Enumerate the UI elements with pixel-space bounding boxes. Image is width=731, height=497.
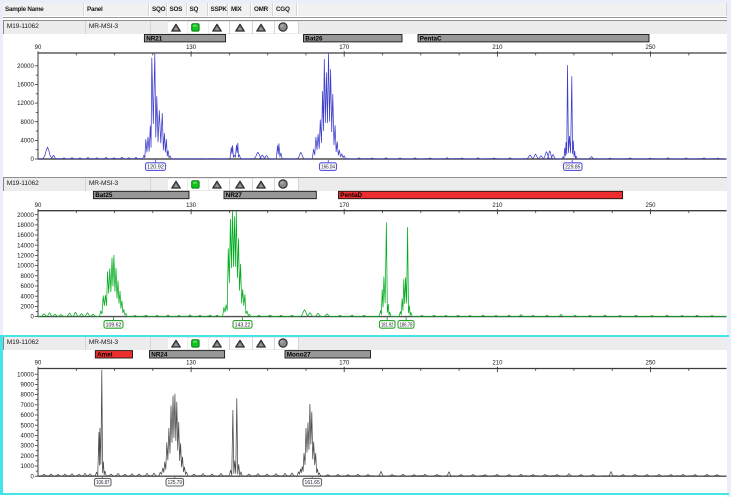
svg-text:4000: 4000 [20,294,34,300]
svg-text:20000: 20000 [17,64,34,70]
svg-text:6000: 6000 [20,413,34,419]
svg-text:3000: 3000 [20,444,34,450]
svg-text:210: 210 [492,45,503,51]
svg-text:PentaC: PentaC [420,35,442,42]
svg-text:12000: 12000 [17,254,34,260]
svg-text:90: 90 [35,45,42,51]
svg-text:PentaD: PentaD [340,192,362,199]
svg-text:0: 0 [30,315,34,321]
svg-text:4000: 4000 [20,139,34,145]
svg-text:166.04: 166.04 [321,165,335,171]
svg-text:Mono27: Mono27 [287,352,311,359]
svg-text:NR27: NR27 [226,192,243,199]
svg-text:8000: 8000 [20,393,34,399]
svg-text:Bat26: Bat26 [305,35,323,42]
svg-text:16000: 16000 [17,233,34,239]
svg-text:210: 210 [492,203,503,209]
svg-text:210: 210 [492,361,503,367]
svg-text:Amel: Amel [97,352,113,359]
svg-text:186.78: 186.78 [400,322,413,328]
svg-text:20000: 20000 [17,213,34,219]
svg-text:106.87: 106.87 [96,480,109,486]
svg-text:2000: 2000 [20,454,34,460]
svg-text:Bat25: Bat25 [95,192,113,199]
svg-text:4000: 4000 [20,434,34,440]
svg-text:125.79: 125.79 [168,480,182,486]
svg-text:9000: 9000 [20,383,34,389]
svg-text:0: 0 [30,474,34,480]
svg-text:18000: 18000 [17,223,34,229]
svg-text:10000: 10000 [17,264,34,270]
svg-text:109.62: 109.62 [106,322,122,328]
svg-text:161.65: 161.65 [305,480,320,486]
svg-text:170: 170 [339,203,350,209]
svg-text:14000: 14000 [17,243,34,249]
svg-text:10000: 10000 [17,372,34,378]
svg-text:120.92: 120.92 [147,165,164,171]
svg-text:143.22: 143.22 [235,322,251,328]
svg-text:0: 0 [30,157,34,163]
svg-text:170: 170 [339,361,350,367]
svg-text:170: 170 [339,45,350,51]
svg-text:229.85: 229.85 [565,165,580,171]
svg-text:250: 250 [645,45,656,51]
svg-text:130: 130 [186,45,197,51]
svg-text:12000: 12000 [17,101,34,107]
svg-text:5000: 5000 [20,423,34,429]
svg-text:2000: 2000 [20,305,34,311]
svg-text:1000: 1000 [20,464,34,470]
svg-text:250: 250 [645,361,656,367]
svg-text:6000: 6000 [20,284,34,290]
svg-text:NR24: NR24 [151,352,168,359]
svg-text:8000: 8000 [20,120,34,126]
svg-text:250: 250 [645,203,656,209]
svg-text:181.92: 181.92 [381,322,393,328]
svg-text:7000: 7000 [20,403,34,409]
svg-text:NR21: NR21 [146,35,163,42]
svg-text:130: 130 [186,361,197,367]
svg-text:90: 90 [35,361,42,367]
svg-text:8000: 8000 [20,274,34,280]
svg-text:130: 130 [186,203,197,209]
svg-text:90: 90 [35,203,42,209]
svg-text:16000: 16000 [17,83,34,89]
